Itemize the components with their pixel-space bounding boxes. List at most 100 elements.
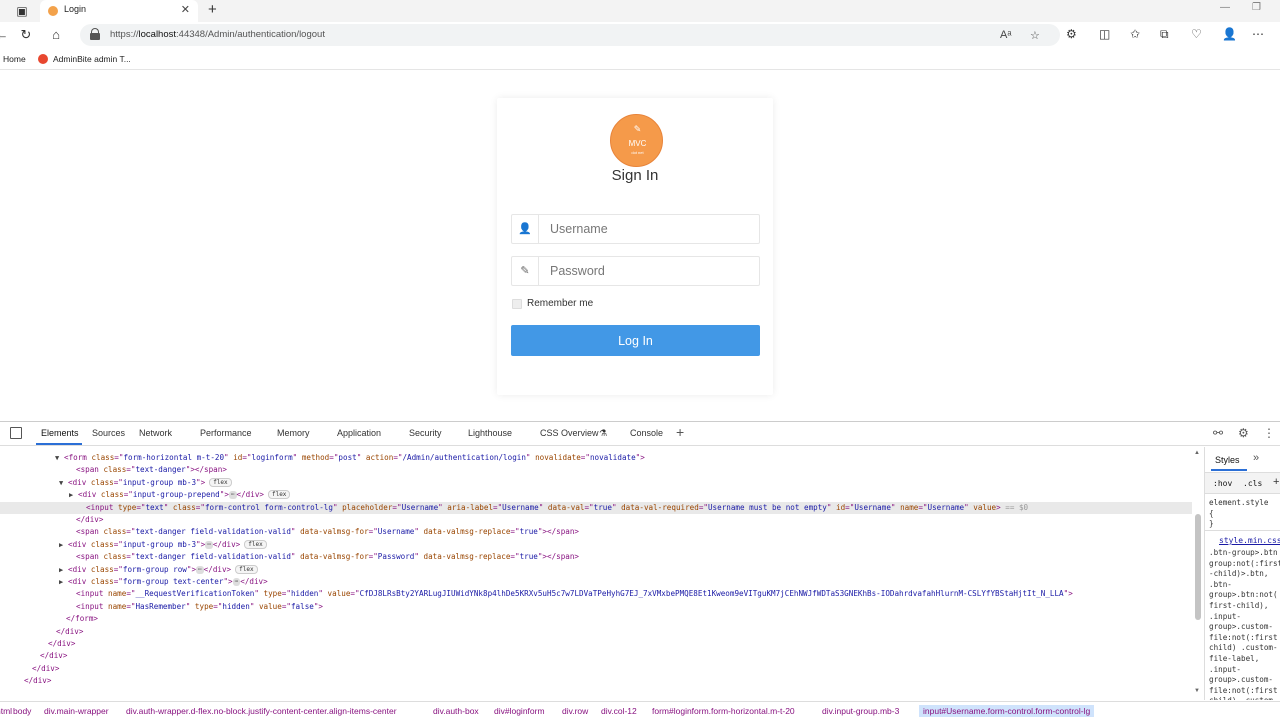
style-rule[interactable]: .btn-group>.btn group:not(:first -child)>.…	[1209, 548, 1280, 700]
browser-essentials-icon[interactable]: ♡	[1191, 27, 1202, 41]
scroll-down-icon[interactable]: ▼	[1194, 688, 1200, 694]
refresh-icon[interactable]: ↻	[18, 27, 34, 43]
dom-node-line[interactable]: </div>	[0, 663, 1192, 675]
scroll-thumb[interactable]	[1195, 514, 1201, 620]
dom-node-line[interactable]: <span class =" text-danger field-validatio…	[0, 526, 1192, 538]
dom-node-line[interactable]: <input type="text" class="form-control f…	[0, 501, 1192, 514]
breadcrumb-item[interactable]: div#loginform	[494, 706, 545, 716]
tab-console[interactable]: Console	[630, 428, 663, 438]
tab-close-icon[interactable]: ✕	[181, 3, 190, 16]
hov-toggle[interactable]: :hov	[1213, 479, 1232, 488]
profile-icon[interactable]: 👤	[1222, 27, 1237, 41]
more-tabs-icon[interactable]: +	[676, 424, 684, 440]
breadcrumb-item[interactable]: form#loginform.form-horizontal.m-t-20	[652, 706, 795, 716]
dom-node-line[interactable]: <input name="HasRemember" type="hidden" …	[0, 601, 1192, 613]
code-token: true	[519, 527, 538, 537]
inspect-element-icon[interactable]	[10, 427, 22, 439]
breadcrumb-item[interactable]: div.auth-box	[433, 706, 479, 716]
dom-node-line[interactable]: </div>	[0, 638, 1192, 650]
split-screen-icon[interactable]: ◫	[1099, 27, 1110, 41]
tab-security[interactable]: Security	[409, 428, 442, 438]
login-button[interactable]: Log In	[511, 325, 760, 356]
dom-tree[interactable]: ▼ <form class="form-horizontal m-t-20" id…	[0, 447, 1192, 700]
flex-badge[interactable]: flex	[209, 477, 232, 487]
dom-node-line[interactable]: </div>	[0, 626, 1192, 638]
collapsed-children-ellipsis[interactable]: ⋯	[205, 540, 213, 549]
breadcrumb-item[interactable]: input#Username.form-control.form-control…	[919, 705, 1095, 717]
tab-memory[interactable]: Memory	[277, 428, 310, 438]
dom-node-line[interactable]: <span class="text-danger"></span>	[0, 464, 1192, 476]
dom-node-line[interactable]: <span class =" text-danger field-validatio…	[0, 551, 1192, 563]
dom-tree-scrollbar[interactable]: ▲ ▼	[1194, 450, 1202, 698]
menu-dots-icon[interactable]: ⋯	[1252, 27, 1264, 41]
extensions-icon[interactable]: ⚙	[1066, 27, 1077, 41]
breadcrumb-item[interactable]: div.col-12	[601, 706, 637, 716]
remember-me-label[interactable]: Remember me	[527, 298, 593, 309]
collapsed-children-ellipsis[interactable]: ⋯	[228, 491, 237, 500]
tab-login[interactable]: Login ✕	[40, 0, 198, 22]
password-input[interactable]	[540, 257, 759, 285]
breadcrumb-item[interactable]: div.row	[562, 706, 588, 716]
home-icon[interactable]: ⌂	[48, 27, 64, 43]
tab-elements[interactable]: Elements	[41, 428, 79, 438]
dom-node-line[interactable]: ▶ <div class="input-group-prepend"> ⋯ </div…	[0, 489, 1192, 501]
new-rule-icon[interactable]: +	[1273, 476, 1279, 488]
dom-node-line[interactable]: ▶ <div class="input-group mb-3"> ⋯ </div> fl…	[0, 539, 1192, 551]
tab-css-overview[interactable]: CSS Overview	[540, 428, 599, 438]
flex-badge[interactable]: flex	[235, 564, 258, 574]
back-icon[interactable]: ←	[0, 27, 10, 43]
favorites-icon[interactable]: ✩	[1130, 27, 1140, 41]
tab-actions-icon[interactable]: ▣	[14, 3, 30, 19]
element-style-rule[interactable]: element.style{}	[1209, 498, 1280, 530]
address-bar[interactable]: https://localhost:44348/Admin/authentica…	[80, 24, 1060, 46]
flex-badge[interactable]: flex	[267, 490, 291, 500]
flex-badge[interactable]: flex	[244, 539, 267, 549]
read-aloud-icon[interactable]: Aᵃ	[1000, 29, 1011, 41]
url-text[interactable]: https://localhost:44348/Admin/authentica…	[110, 29, 325, 40]
breadcrumb-item[interactable]: div.input-group.mb-3	[822, 706, 899, 716]
expand-triangle-icon[interactable]: ▶	[59, 539, 68, 551]
tab-sources[interactable]: Sources	[92, 428, 125, 438]
minimize-icon[interactable]: —	[1220, 2, 1230, 13]
maximize-icon[interactable]: ❐	[1252, 2, 1261, 13]
tab-application[interactable]: Application	[337, 428, 381, 438]
favorite-star-icon[interactable]: ☆	[1030, 29, 1040, 42]
collapse-triangle-icon[interactable]: ▼	[59, 477, 68, 489]
lock-icon[interactable]	[90, 28, 100, 40]
dom-node-line[interactable]: </form>	[0, 613, 1192, 625]
breadcrumb-item[interactable]: html	[0, 706, 12, 716]
tab-network[interactable]: Network	[139, 428, 172, 438]
connection-icon[interactable]: ⚯	[1213, 426, 1223, 440]
expand-triangle-icon[interactable]: ▶	[59, 564, 68, 576]
tab-styles[interactable]: Styles	[1215, 455, 1240, 465]
tab-lighthouse[interactable]: Lighthouse	[468, 428, 512, 438]
username-input[interactable]	[540, 215, 759, 243]
settings-gear-icon[interactable]: ⚙	[1238, 426, 1249, 440]
dom-node-line[interactable]: </div>	[0, 514, 1192, 526]
dom-node-line[interactable]: ▼ <form class="form-horizontal m-t-20" id…	[0, 452, 1192, 464]
more-panes-icon[interactable]: »	[1253, 452, 1259, 464]
expand-triangle-icon[interactable]: ▶	[59, 576, 68, 588]
dom-node-line[interactable]: ▼ <div class="input-group mb-3"> flex	[0, 477, 1192, 489]
dom-node-line[interactable]: ▶ <div class="form-group row"> ⋯ </div> flex	[0, 564, 1192, 576]
stylesheet-link[interactable]: style.min.css	[1219, 536, 1280, 545]
remember-me-checkbox[interactable]	[512, 299, 522, 309]
breadcrumb-item[interactable]: body	[13, 706, 31, 716]
dom-node-line[interactable]: </div>	[0, 650, 1192, 662]
bookmark-adminbite[interactable]: AdminBite admin T...	[53, 54, 131, 64]
bookmark-home[interactable]: Home	[3, 54, 26, 64]
tab-performance[interactable]: Performance	[200, 428, 252, 438]
dom-node-line[interactable]: <input name="__RequestVerificationToken"…	[0, 588, 1192, 600]
dom-node-line[interactable]: </div>	[0, 675, 1192, 687]
dom-node-line[interactable]: ▶ <div class="form-group text-center"> ⋯ </…	[0, 576, 1192, 588]
collections-icon[interactable]: ⧉	[1160, 27, 1169, 42]
expand-triangle-icon[interactable]: ▶	[69, 489, 78, 501]
breadcrumb-item[interactable]: div.auth-wrapper.d-flex.no-block.justify…	[126, 706, 397, 716]
collapsed-children-ellipsis[interactable]: ⋯	[196, 565, 204, 574]
cls-toggle[interactable]: .cls	[1243, 479, 1262, 488]
collapse-triangle-icon[interactable]: ▼	[55, 452, 64, 464]
devtools-menu-icon[interactable]: ⋮	[1263, 426, 1275, 440]
breadcrumb-item[interactable]: div.main-wrapper	[44, 706, 109, 716]
new-tab-icon[interactable]: +	[208, 1, 217, 18]
scroll-up-icon[interactable]: ▲	[1194, 450, 1200, 456]
